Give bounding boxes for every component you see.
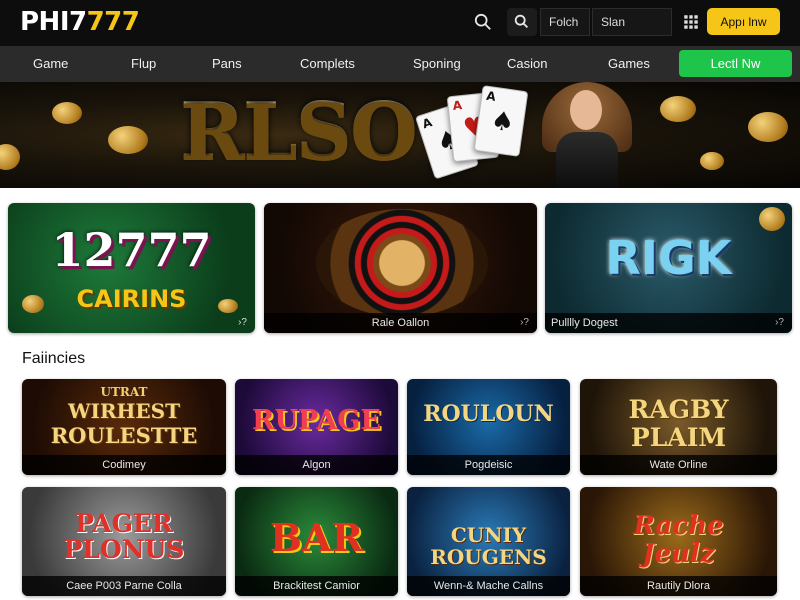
arrow-icon: ›? — [238, 317, 247, 328]
coin-icon — [660, 96, 696, 122]
top-bar: PHI7777 Appı lnw — [0, 0, 800, 46]
featured-game-tile[interactable]: Rale Oallon ›? — [264, 203, 537, 333]
nav-item-pans[interactable]: Pans — [212, 56, 242, 71]
tile-art-subtitle: PLAIM — [630, 423, 727, 452]
tile-caption: Wate Orline — [580, 455, 777, 475]
game-tile[interactable]: PAGER PLONUS Caee P003 Parne Colla — [22, 487, 226, 596]
section-title: Faiincies — [22, 350, 86, 367]
tile-art-title: CUNIY — [450, 523, 527, 547]
tile-art-title: 12777 — [51, 223, 212, 277]
logo-main: PHI7 — [20, 7, 87, 37]
search-icon[interactable] — [507, 8, 537, 36]
game-tile[interactable]: ROULOUN Pogdeisic — [407, 379, 570, 475]
nav-item-games[interactable]: Games — [608, 56, 650, 71]
search-field[interactable] — [540, 8, 590, 36]
game-tile[interactable]: BAR Brackitest Camior — [235, 487, 398, 596]
tile-caption: Pulllly Dogest — [545, 313, 792, 333]
tile-caption: Wenn-& Mache Callns — [407, 576, 570, 596]
roulette-wheel-icon — [316, 209, 488, 317]
main-nav: Game Flup Pans Complets Sponing Casion G… — [0, 46, 800, 82]
game-tile[interactable]: CUNIY ROUGENS Wenn-& Mache Callns — [407, 487, 570, 596]
tile-art-subtitle: CAIRINS — [76, 285, 187, 313]
tile-art-subtitle: ROULESTTE — [50, 423, 198, 448]
search-icon[interactable] — [468, 8, 498, 36]
tile-caption: Pogdeisic — [407, 455, 570, 475]
tile-caption: Codimey — [22, 455, 226, 475]
tile-art-title: RAGBY — [628, 395, 729, 424]
site-logo[interactable]: PHI7777 — [20, 7, 140, 37]
grid-icon[interactable] — [676, 8, 706, 36]
tile-art-subtitle: Jeulz — [642, 539, 715, 569]
nav-item-complets[interactable]: Complets — [300, 56, 355, 71]
tile-art-title: PAGER — [75, 509, 173, 538]
hero-banner[interactable]: RLSO A ♠ A ♥ A ♠ — [0, 82, 800, 188]
tile-art-title: RIGK — [605, 231, 732, 285]
coin-icon — [748, 112, 788, 142]
tile-caption: Rautily Dlora — [580, 576, 777, 596]
hero-title: RLSO — [180, 86, 418, 177]
coin-icon — [759, 207, 785, 231]
game-tile[interactable]: RUPAGE Algon — [235, 379, 398, 475]
featured-game-tile[interactable]: RIGK Pulllly Dogest ›? — [545, 203, 792, 333]
hostess-image — [540, 82, 635, 188]
nav-item-flup[interactable]: Flup — [131, 56, 156, 71]
tile-caption: Brackitest Camior — [235, 576, 398, 596]
coin-icon — [52, 102, 82, 124]
tile-art-title: ROULOUN — [423, 401, 554, 427]
coin-icon — [700, 152, 724, 170]
game-tile[interactable]: RAGBY PLAIM Wate Orline — [580, 379, 777, 475]
arrow-icon: ›? — [520, 317, 529, 328]
tile-art-subtitle: PLONUS — [63, 535, 185, 564]
arrow-icon: ›? — [775, 317, 784, 328]
tile-caption: Algon — [235, 455, 398, 475]
playing-card: A ♠ — [473, 85, 529, 157]
nav-item-game[interactable]: Game — [33, 56, 68, 71]
nav-item-sponing[interactable]: Sponing — [413, 56, 461, 71]
tile-caption: Caee P003 Parne Colla — [22, 576, 226, 596]
coin-icon — [108, 126, 148, 154]
latest-now-button[interactable]: Lectl Nw — [679, 50, 792, 77]
game-tile[interactable]: Rache Jeulz Rautily Dlora — [580, 487, 777, 596]
tile-caption: Rale Oallon — [264, 313, 537, 333]
tile-art-title: BAR — [269, 515, 364, 560]
tile-art-title: RUPAGE — [252, 405, 381, 436]
tile-art-title: UTRAT — [100, 385, 148, 399]
featured-game-tile[interactable]: 12777 CAIRINS ›? — [8, 203, 255, 333]
game-tile[interactable]: UTRAT WIRHEST ROULESTTE Codimey — [22, 379, 226, 475]
apply-now-button[interactable]: Appı lnw — [707, 8, 780, 35]
nav-item-casion[interactable]: Casion — [507, 56, 547, 71]
coin-icon — [0, 144, 20, 170]
sign-in-field[interactable] — [592, 8, 672, 36]
logo-accent: 777 — [86, 7, 140, 37]
tile-art-title: WIRHEST — [68, 399, 180, 423]
tile-art-subtitle: ROUGENS — [430, 545, 547, 569]
tile-art-title: Rache — [633, 511, 724, 541]
